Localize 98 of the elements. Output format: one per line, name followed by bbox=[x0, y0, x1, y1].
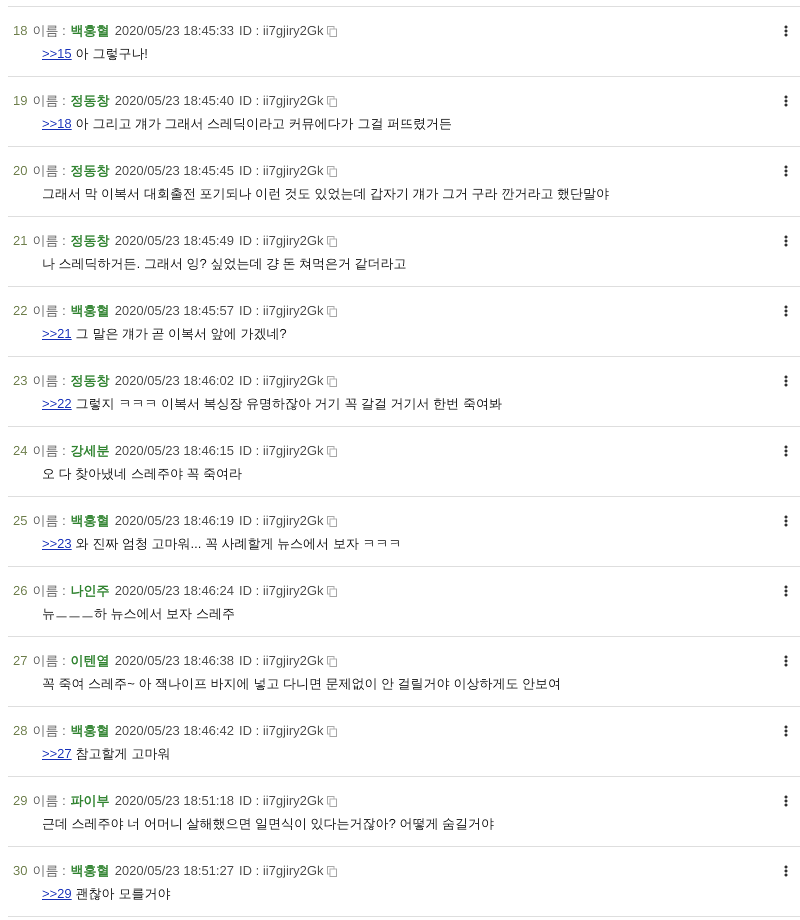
post-number: 19 bbox=[13, 93, 28, 109]
post-number: 23 bbox=[13, 373, 28, 389]
post-datetime: 2020/05/23 18:45:49 bbox=[114, 233, 234, 249]
post-number: 22 bbox=[13, 303, 28, 319]
poster-name: 백홍혈 bbox=[70, 303, 110, 319]
name-label: 이름 : bbox=[32, 233, 66, 249]
more-options-icon[interactable] bbox=[784, 165, 788, 177]
post-datetime: 2020/05/23 18:45:40 bbox=[114, 93, 234, 109]
post-text: 그래서 막 이복서 대회출전 포기되나 이런 것도 있었는데 갑자기 걔가 그거 구라 깐거라고 했단말야 bbox=[42, 186, 610, 202]
poster-id: ID : ii7gjiry2Gk bbox=[238, 233, 324, 249]
poster-name: 백홍혈 bbox=[70, 23, 110, 39]
more-options-icon[interactable] bbox=[784, 235, 788, 247]
post-number: 24 bbox=[13, 443, 28, 459]
poster-name: 이텐열 bbox=[70, 653, 110, 669]
post-text: >>18 아 그리고 걔가 그래서 스레딕이라고 커뮤에다가 그걸 퍼뜨렸거든 bbox=[42, 116, 453, 132]
poster-name: 정동창 bbox=[70, 233, 110, 249]
more-options-icon[interactable] bbox=[784, 655, 788, 667]
more-options-icon[interactable] bbox=[784, 25, 788, 37]
poster-name: 정동창 bbox=[70, 93, 110, 109]
post-datetime: 2020/05/23 18:45:45 bbox=[114, 163, 234, 179]
name-label: 이름 : bbox=[32, 793, 66, 809]
poster-name: 백홍혈 bbox=[70, 863, 110, 879]
poster-name: 정동창 bbox=[70, 163, 110, 179]
reply-link[interactable]: >>23 bbox=[42, 536, 72, 551]
post-number: 25 bbox=[13, 513, 28, 529]
post-datetime: 2020/05/23 18:51:27 bbox=[114, 863, 234, 879]
reply-link[interactable]: >>22 bbox=[42, 396, 72, 411]
more-options-icon[interactable] bbox=[784, 95, 788, 107]
poster-name: 백홍혈 bbox=[70, 723, 110, 739]
name-label: 이름 : bbox=[32, 723, 66, 739]
poster-name: 강세분 bbox=[70, 443, 110, 459]
post-text: >>22 그렇지 ㅋㅋㅋ 이복서 복싱장 유명하잖아 거기 꼭 갈걸 거기서 한번 죽여봐 bbox=[42, 396, 503, 412]
post-datetime: 2020/05/23 18:45:33 bbox=[114, 23, 234, 39]
post-number: 21 bbox=[13, 233, 28, 249]
more-options-icon[interactable] bbox=[784, 445, 788, 457]
post-datetime: 2020/05/23 18:46:19 bbox=[114, 513, 234, 529]
reply-link[interactable]: >>21 bbox=[42, 326, 72, 341]
post-text: 뉴ㅡㅡㅡ하 뉴스에서 보자 스레주 bbox=[42, 606, 236, 622]
more-options-icon[interactable] bbox=[784, 305, 788, 317]
name-label: 이름 : bbox=[32, 583, 66, 599]
poster-id: ID : ii7gjiry2Gk bbox=[238, 793, 324, 809]
poster-id: ID : ii7gjiry2Gk bbox=[238, 513, 324, 529]
post-number: 18 bbox=[13, 23, 28, 39]
name-label: 이름 : bbox=[32, 23, 66, 39]
name-label: 이름 : bbox=[32, 443, 66, 459]
post-text: >>15 아 그렇구나! bbox=[42, 46, 149, 62]
poster-name: 나인주 bbox=[70, 583, 110, 599]
reply-link[interactable]: >>15 bbox=[42, 46, 72, 61]
post-datetime: 2020/05/23 18:51:18 bbox=[114, 793, 234, 809]
more-options-icon[interactable] bbox=[784, 725, 788, 737]
post-number: 29 bbox=[13, 793, 28, 809]
post-datetime: 2020/05/23 18:45:57 bbox=[114, 303, 234, 319]
post-number: 26 bbox=[13, 583, 28, 599]
poster-name: 백홍혈 bbox=[70, 513, 110, 529]
more-options-icon[interactable] bbox=[784, 795, 788, 807]
poster-id: ID : ii7gjiry2Gk bbox=[238, 863, 324, 879]
post-number: 27 bbox=[13, 653, 28, 669]
post-datetime: 2020/05/23 18:46:38 bbox=[114, 653, 234, 669]
name-label: 이름 : bbox=[32, 863, 66, 879]
reply-link[interactable]: >>29 bbox=[42, 886, 72, 901]
name-label: 이름 : bbox=[32, 513, 66, 529]
post-text: >>29 괜찮아 모를거야 bbox=[42, 886, 172, 902]
poster-name: 정동창 bbox=[70, 373, 110, 389]
name-label: 이름 : bbox=[32, 653, 66, 669]
post-datetime: 2020/05/23 18:46:42 bbox=[114, 723, 234, 739]
poster-id: ID : ii7gjiry2Gk bbox=[238, 303, 324, 319]
poster-id: ID : ii7gjiry2Gk bbox=[238, 23, 324, 39]
poster-id: ID : ii7gjiry2Gk bbox=[238, 723, 324, 739]
post-text: 꼭 죽여 스레주~ 아 잭나이프 바지에 넣고 다니면 문제없이 안 걸릴거야 이상하게도 안보여 bbox=[42, 676, 562, 692]
poster-id: ID : ii7gjiry2Gk bbox=[238, 653, 324, 669]
post-text: >>23 와 진짜 엄청 고마워... 꼭 사례할게 뉴스에서 보자 ㅋㅋㅋ bbox=[42, 536, 402, 552]
post-datetime: 2020/05/23 18:46:02 bbox=[114, 373, 234, 389]
more-options-icon[interactable] bbox=[784, 515, 788, 527]
poster-id: ID : ii7gjiry2Gk bbox=[238, 583, 324, 599]
name-label: 이름 : bbox=[32, 303, 66, 319]
name-label: 이름 : bbox=[32, 163, 66, 179]
reply-link[interactable]: >>18 bbox=[42, 116, 72, 131]
more-options-icon[interactable] bbox=[784, 865, 788, 877]
poster-id: ID : ii7gjiry2Gk bbox=[238, 163, 324, 179]
name-label: 이름 : bbox=[32, 373, 66, 389]
poster-id: ID : ii7gjiry2Gk bbox=[238, 373, 324, 389]
more-options-icon[interactable] bbox=[784, 585, 788, 597]
post-text: 근데 스레주야 너 어머니 살해했으면 일면식이 있다는거잖아? 어떻게 숨길거야 bbox=[42, 816, 496, 832]
post-text: 나 스레딕하거든. 그래서 잉? 싶었는데 걍 돈 쳐먹은거 같더라고 bbox=[42, 256, 408, 272]
poster-id: ID : ii7gjiry2Gk bbox=[238, 93, 324, 109]
name-label: 이름 : bbox=[32, 93, 66, 109]
post-number: 30 bbox=[13, 863, 28, 879]
post-number: 28 bbox=[13, 723, 28, 739]
post-number: 20 bbox=[13, 163, 28, 179]
more-options-icon[interactable] bbox=[784, 375, 788, 387]
reply-link[interactable]: >>27 bbox=[42, 746, 72, 761]
post-datetime: 2020/05/23 18:46:15 bbox=[114, 443, 234, 459]
poster-name: 파이부 bbox=[70, 793, 110, 809]
post-text: >>27 참고할게 고마워 bbox=[42, 746, 172, 762]
post-datetime: 2020/05/23 18:46:24 bbox=[114, 583, 234, 599]
poster-id: ID : ii7gjiry2Gk bbox=[238, 443, 324, 459]
post-text: >>21 그 말은 걔가 곧 이복서 앞에 가겠네? bbox=[42, 326, 288, 342]
post-text: 오 다 찾아냈네 스레주야 꼭 죽여라 bbox=[42, 466, 244, 482]
